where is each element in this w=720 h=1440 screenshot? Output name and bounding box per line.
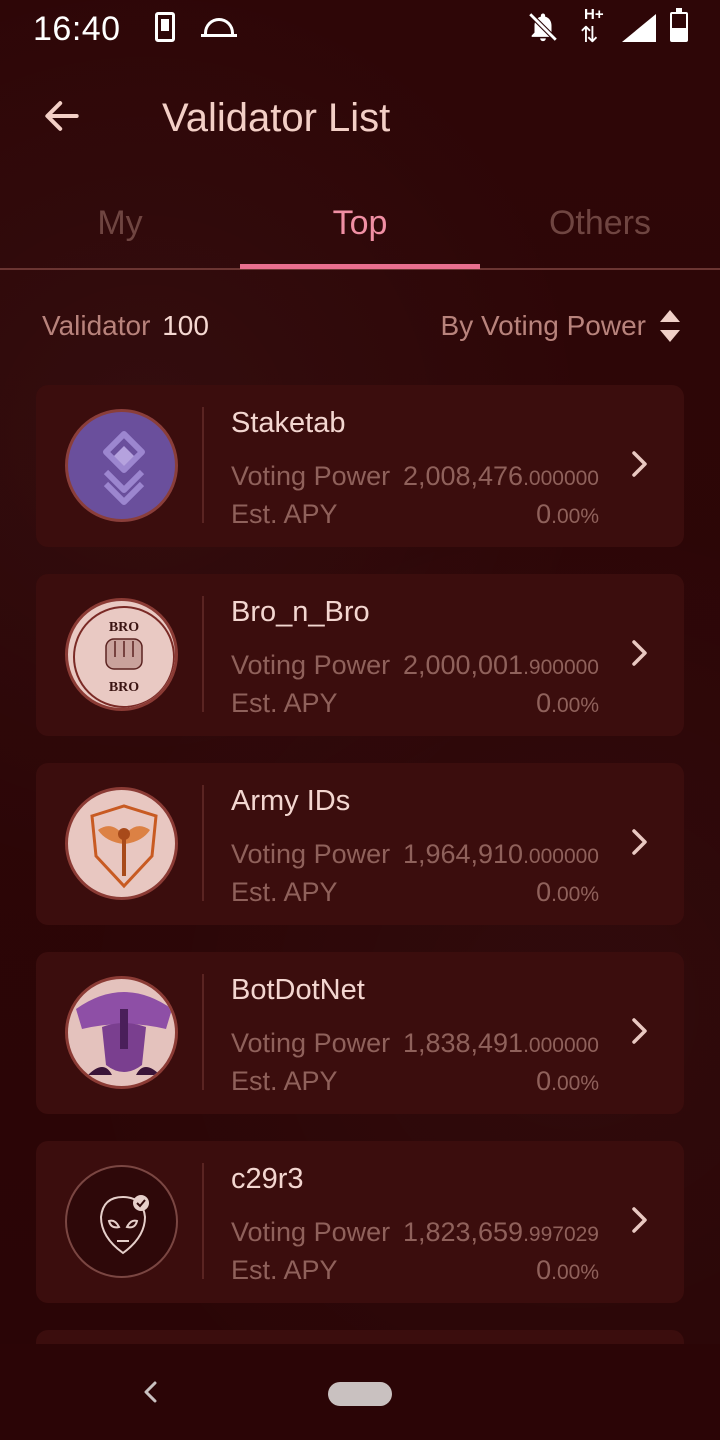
- chevron-right-icon: [630, 449, 650, 479]
- voting-power-value: 1,964,910: [402, 839, 524, 869]
- apy-row: Est. APY 0.00%: [231, 1066, 599, 1097]
- apy-value: 0: [536, 1255, 552, 1285]
- chevron-right-icon: [630, 638, 650, 668]
- nav-home-pill[interactable]: [328, 1382, 392, 1406]
- apy-decimals: .00%: [551, 694, 599, 717]
- status-bar: 16:40 H+ ⇅: [0, 0, 720, 56]
- apy-decimals: .00%: [551, 505, 599, 528]
- validator-card-bro-n-bro[interactable]: BRO BRO Bro_n_Bro Voting Power 2,000,001…: [36, 574, 684, 736]
- validator-count-label: Validator: [42, 310, 151, 341]
- apy-value: 0: [536, 688, 552, 718]
- card-divider: [202, 785, 204, 901]
- list-header: Validator 100 By Voting Power: [0, 306, 720, 354]
- validator-count-value: 100: [162, 310, 209, 341]
- card-divider: [202, 1163, 204, 1279]
- status-time: 16:40: [33, 10, 121, 48]
- voting-power-label: Voting Power: [231, 650, 391, 680]
- apy-decimals: .00%: [551, 1261, 599, 1284]
- sort-updown-icon: [660, 310, 680, 342]
- bro-top-text: BRO: [109, 620, 139, 635]
- system-nav-bar: [0, 1344, 720, 1440]
- voting-power-decimals: .900000: [523, 656, 599, 679]
- apy-label: Est. APY: [231, 877, 338, 907]
- apy-decimals: .00%: [551, 1072, 599, 1095]
- c29r3-alien-logo-icon: [65, 1165, 178, 1278]
- tab-bar: My Top Others: [0, 190, 720, 270]
- phone-icon: [155, 12, 175, 42]
- voting-power-value: 1,838,491: [402, 1028, 524, 1058]
- chevron-right-icon: [630, 1205, 650, 1235]
- card-divider: [202, 974, 204, 1090]
- apy-label: Est. APY: [231, 688, 338, 718]
- active-tab-indicator: [240, 264, 480, 269]
- voting-power-label: Voting Power: [231, 1217, 391, 1247]
- nav-back-icon[interactable]: [140, 1378, 162, 1406]
- page-title: Validator List: [162, 96, 391, 140]
- apy-decimals: .00%: [551, 883, 599, 906]
- voting-power-decimals: .000000: [523, 1034, 599, 1057]
- voting-power-value: 2,008,476: [402, 461, 524, 491]
- chevron-right-icon: [630, 827, 650, 857]
- sort-label: By Voting Power: [440, 310, 646, 341]
- voting-power-value: 2,000,001: [402, 650, 524, 680]
- validator-card-army-ids[interactable]: Army IDs Voting Power 1,964,910.000000 E…: [36, 763, 684, 925]
- battery-icon: [670, 8, 688, 42]
- apy-value: 0: [536, 499, 552, 529]
- apy-label: Est. APY: [231, 1066, 338, 1096]
- tab-top[interactable]: Top: [240, 204, 480, 243]
- apy-row: Est. APY 0.00%: [231, 499, 599, 530]
- card-divider: [202, 596, 204, 712]
- army-ids-logo-icon: [65, 787, 178, 900]
- validator-name: Bro_n_Bro: [231, 596, 370, 628]
- bro-n-bro-logo-icon: BRO BRO: [65, 598, 178, 711]
- sort-by-voting-power-button[interactable]: By Voting Power: [441, 310, 680, 342]
- voting-power-decimals: .000000: [523, 845, 599, 868]
- apy-row: Est. APY 0.00%: [231, 1255, 599, 1286]
- validator-count: Validator 100: [42, 310, 209, 342]
- validator-name: Staketab: [231, 407, 346, 439]
- voting-power-decimals: .997029: [523, 1223, 599, 1246]
- apy-row: Est. APY 0.00%: [231, 877, 599, 908]
- app-header: Validator List: [0, 80, 720, 160]
- bro-bottom-text: BRO: [109, 680, 139, 695]
- apy-value: 0: [536, 877, 552, 907]
- voting-power-label: Voting Power: [231, 461, 391, 491]
- tab-others[interactable]: Others: [480, 204, 720, 243]
- validator-card-botdotnet[interactable]: BotDotNet Voting Power 1,838,491.000000 …: [36, 952, 684, 1114]
- apy-value: 0: [536, 1066, 552, 1096]
- signal-icon: [622, 14, 656, 42]
- validator-name: BotDotNet: [231, 974, 365, 1006]
- validator-name: c29r3: [231, 1163, 304, 1195]
- chevron-right-icon: [630, 1016, 650, 1046]
- tab-my[interactable]: My: [0, 204, 240, 243]
- apy-row: Est. APY 0.00%: [231, 688, 599, 719]
- voting-power-row: Voting Power 1,838,491.000000: [231, 1028, 599, 1059]
- validator-name: Army IDs: [231, 785, 351, 817]
- arrow-left-icon: [45, 101, 79, 131]
- staketab-logo-icon: [65, 409, 178, 522]
- dome-icon: [201, 18, 237, 37]
- validator-card-partial[interactable]: [36, 1330, 684, 1345]
- apy-label: Est. APY: [231, 499, 338, 529]
- voting-power-row: Voting Power 1,823,659.997029: [231, 1217, 599, 1248]
- voting-power-row: Voting Power 2,008,476.000000: [231, 461, 599, 492]
- voting-power-row: Voting Power 1,964,910.000000: [231, 839, 599, 870]
- hplus-data-icon: H+ ⇅: [580, 6, 604, 47]
- botdotnet-logo-icon: [65, 976, 178, 1089]
- voting-power-value: 1,823,659: [402, 1217, 524, 1247]
- card-divider: [202, 407, 204, 523]
- voting-power-decimals: .000000: [523, 467, 599, 490]
- voting-power-row: Voting Power 2,000,001.900000: [231, 650, 599, 681]
- back-button[interactable]: [40, 94, 88, 142]
- voting-power-label: Voting Power: [231, 1028, 391, 1058]
- validator-card-staketab[interactable]: Staketab Voting Power 2,008,476.000000 E…: [36, 385, 684, 547]
- bell-off-icon: [526, 10, 560, 52]
- validator-list: Staketab Voting Power 2,008,476.000000 E…: [36, 385, 684, 1345]
- apy-label: Est. APY: [231, 1255, 338, 1285]
- voting-power-label: Voting Power: [231, 839, 391, 869]
- validator-card-c29r3[interactable]: c29r3 Voting Power 1,823,659.997029 Est.…: [36, 1141, 684, 1303]
